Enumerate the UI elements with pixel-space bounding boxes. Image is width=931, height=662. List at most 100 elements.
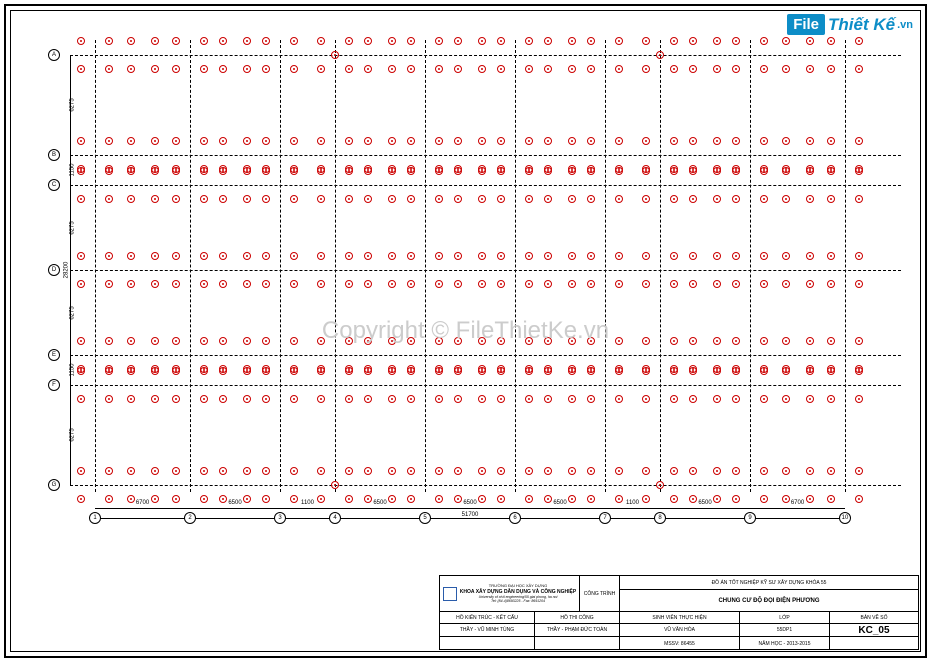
pile-icon: [525, 37, 533, 45]
pile-icon: [689, 195, 697, 203]
pile-icon: [497, 37, 505, 45]
pile-icon: [478, 495, 486, 503]
pile-icon: [388, 337, 396, 345]
pile-icon: [497, 137, 505, 145]
gridline-h: [70, 355, 901, 356]
pile-icon: [782, 37, 790, 45]
grid-bubble-v: 7: [599, 512, 611, 524]
pile-icon: [105, 167, 113, 175]
pile-icon: [105, 65, 113, 73]
grid-bubble-v: 6: [509, 512, 521, 524]
pile-icon: [407, 337, 415, 345]
pile-icon: [732, 395, 740, 403]
pile-icon: [587, 252, 595, 260]
pile-icon: [544, 395, 552, 403]
pile-icon: [568, 137, 576, 145]
pile-icon: [127, 467, 135, 475]
pile-icon: [388, 167, 396, 175]
pile-icon: [454, 195, 462, 203]
pile-icon: [127, 65, 135, 73]
pile-icon: [782, 467, 790, 475]
pile-icon: [642, 167, 650, 175]
pile-icon: [262, 195, 270, 203]
pile-icon: [262, 467, 270, 475]
pile-icon: [568, 395, 576, 403]
pile-icon: [407, 137, 415, 145]
pile-icon: [290, 167, 298, 175]
pile-icon: [478, 195, 486, 203]
pile-icon: [478, 395, 486, 403]
pile-icon: [105, 395, 113, 403]
pile-icon: [806, 137, 814, 145]
pile-icon: [105, 280, 113, 288]
dim-v: 1150: [69, 364, 75, 377]
pile-icon: [713, 37, 721, 45]
pile-icon: [615, 137, 623, 145]
pile-icon: [388, 395, 396, 403]
pile-icon: [105, 495, 113, 503]
pile-icon: [497, 65, 505, 73]
pile-icon: [77, 195, 85, 203]
pile-icon: [243, 195, 251, 203]
pile-icon: [827, 495, 835, 503]
dim-h: 6500: [373, 500, 386, 506]
pile-icon: [760, 195, 768, 203]
pile-icon: [587, 167, 595, 175]
pile-icon: [317, 280, 325, 288]
pile-icon: [407, 252, 415, 260]
pile-icon: [806, 65, 814, 73]
pile-icon: [290, 280, 298, 288]
pile-icon: [243, 495, 251, 503]
pile-icon: [243, 467, 251, 475]
pile-icon: [172, 252, 180, 260]
gridline-v: [605, 40, 606, 492]
tb-h-student: SINH VIÊN THỰC HIỆN: [620, 612, 740, 623]
pile-icon: [713, 467, 721, 475]
pile-icon: [262, 280, 270, 288]
grid-bubble-v: 4: [329, 512, 341, 524]
pile-icon: [525, 167, 533, 175]
pile-icon: [151, 195, 159, 203]
pile-icon: [525, 195, 533, 203]
pile-icon: [262, 167, 270, 175]
pile-icon: [806, 167, 814, 175]
pile-icon: [364, 280, 372, 288]
pile-icon: [806, 467, 814, 475]
pile-icon: [689, 395, 697, 403]
pile-icon: [544, 495, 552, 503]
pile-icon: [388, 65, 396, 73]
pile-icon: [219, 167, 227, 175]
pile-icon: [345, 495, 353, 503]
pile-icon: [435, 167, 443, 175]
school-logo-icon: [443, 587, 457, 601]
pile-icon: [77, 467, 85, 475]
pile-icon: [364, 137, 372, 145]
pile-icon: [568, 167, 576, 175]
pile-icon: [317, 467, 325, 475]
pile-icon: [713, 137, 721, 145]
pile-icon: [172, 65, 180, 73]
pile-icon: [587, 337, 595, 345]
pile-icon: [525, 65, 533, 73]
pile-icon: [827, 195, 835, 203]
pile-icon: [670, 280, 678, 288]
pile-icon: [435, 367, 443, 375]
pile-icon: [219, 137, 227, 145]
pile-icon: [855, 252, 863, 260]
pile-icon: [243, 252, 251, 260]
pile-icon: [497, 195, 505, 203]
pile-icon: [172, 137, 180, 145]
pile-icon: [689, 467, 697, 475]
pile-icon: [497, 280, 505, 288]
pile-icon: [544, 37, 552, 45]
pile-icon: [732, 467, 740, 475]
tb-h-sheet: BẢN VẼ SỐ: [830, 612, 918, 623]
pile-icon: [689, 337, 697, 345]
pile-icon: [670, 495, 678, 503]
pile-icon: [172, 467, 180, 475]
pile-icon: [262, 395, 270, 403]
pile-icon: [454, 167, 462, 175]
gridline-h: [70, 270, 901, 271]
pile-icon: [407, 167, 415, 175]
pile-icon: [364, 467, 372, 475]
